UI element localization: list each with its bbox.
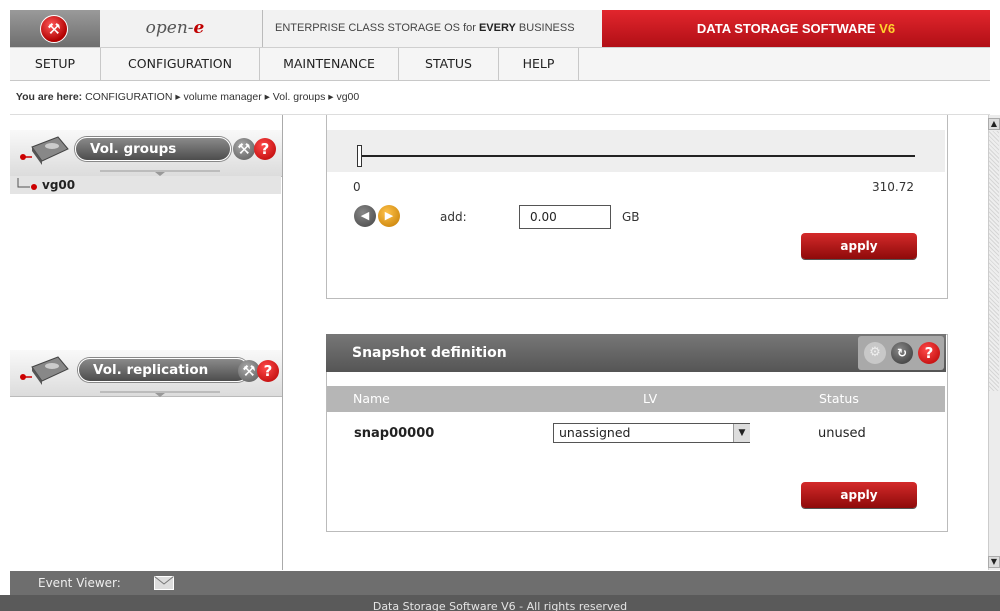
scroll-thumb[interactable]	[989, 131, 999, 391]
refresh-icon[interactable]: ↻	[891, 342, 913, 364]
col-name: Name	[353, 391, 390, 406]
col-status: Status	[819, 391, 859, 406]
divider-arrow	[100, 391, 220, 397]
col-lv: LV	[643, 391, 658, 406]
tree-branch-icon	[17, 178, 37, 190]
slider-max-label: 310.72	[872, 180, 914, 194]
event-viewer-label: Event Viewer:	[38, 576, 121, 590]
help-icon[interactable]: ?	[257, 360, 279, 382]
mail-icon[interactable]	[154, 576, 174, 590]
increase-arrow-icon[interactable]: ▶	[378, 205, 400, 227]
chevron-down-icon[interactable]: ▼	[733, 424, 750, 442]
settings-wrench-icon[interactable]: ⚒	[233, 138, 255, 160]
tab-vol-groups[interactable]: Vol. groups	[75, 137, 231, 161]
size-slider-track[interactable]	[360, 155, 915, 157]
wrench-logo-icon: ⚒	[40, 15, 68, 43]
disk-icon	[20, 136, 69, 165]
add-size-input[interactable]: 0.00	[519, 205, 611, 229]
top-strip	[0, 0, 1000, 10]
product-banner: DATA STORAGE SOFTWARE V6	[602, 10, 990, 47]
size-slider-handle[interactable]	[357, 145, 362, 167]
slider-box	[327, 130, 945, 172]
event-viewer-bar: Event Viewer:	[10, 571, 1000, 595]
help-icon[interactable]: ?	[254, 138, 276, 160]
brand-logo: open-e	[145, 18, 205, 38]
menu-status[interactable]: STATUS	[399, 48, 499, 80]
apply-snapshot-button[interactable]: apply	[801, 482, 917, 508]
menu-setup[interactable]: SETUP	[10, 48, 101, 80]
add-label: add:	[440, 210, 467, 224]
snapshot-header: Snapshot definition	[326, 334, 946, 372]
divider-arrow	[100, 170, 220, 176]
snapshot-name: snap00000	[354, 426, 435, 441]
settings-gear-icon[interactable]: ⚙	[864, 342, 886, 364]
lv-select[interactable]: unassigned	[553, 423, 750, 443]
tree-item-vg00[interactable]: vg00	[10, 176, 281, 194]
copyright-footer: Data Storage Software V6 - All rights re…	[0, 595, 1000, 611]
decrease-arrow-icon[interactable]: ◀	[354, 205, 376, 227]
snapshot-table-header: Name LV Status	[327, 386, 945, 412]
tab-vol-replication[interactable]: Vol. replication	[78, 358, 249, 382]
menu-help[interactable]: HELP	[499, 48, 579, 80]
breadcrumb: You are here: CONFIGURATION ▸ volume man…	[10, 81, 990, 115]
snapshot-status: unused	[818, 426, 866, 441]
tagline: ENTERPRISE CLASS STORAGE OS for EVERY BU…	[262, 10, 615, 47]
menu-configuration[interactable]: CONFIGURATION	[101, 48, 260, 80]
help-icon[interactable]: ?	[918, 342, 940, 364]
scroll-down-icon[interactable]: ▼	[988, 556, 1000, 568]
slider-min-label: 0	[353, 180, 361, 194]
apply-resize-button[interactable]: apply	[801, 233, 917, 259]
scroll-up-icon[interactable]: ▲	[988, 118, 1000, 130]
unit-label: GB	[622, 210, 640, 224]
disk-icon	[20, 356, 69, 385]
menu-maintenance[interactable]: MAINTENANCE	[260, 48, 399, 80]
